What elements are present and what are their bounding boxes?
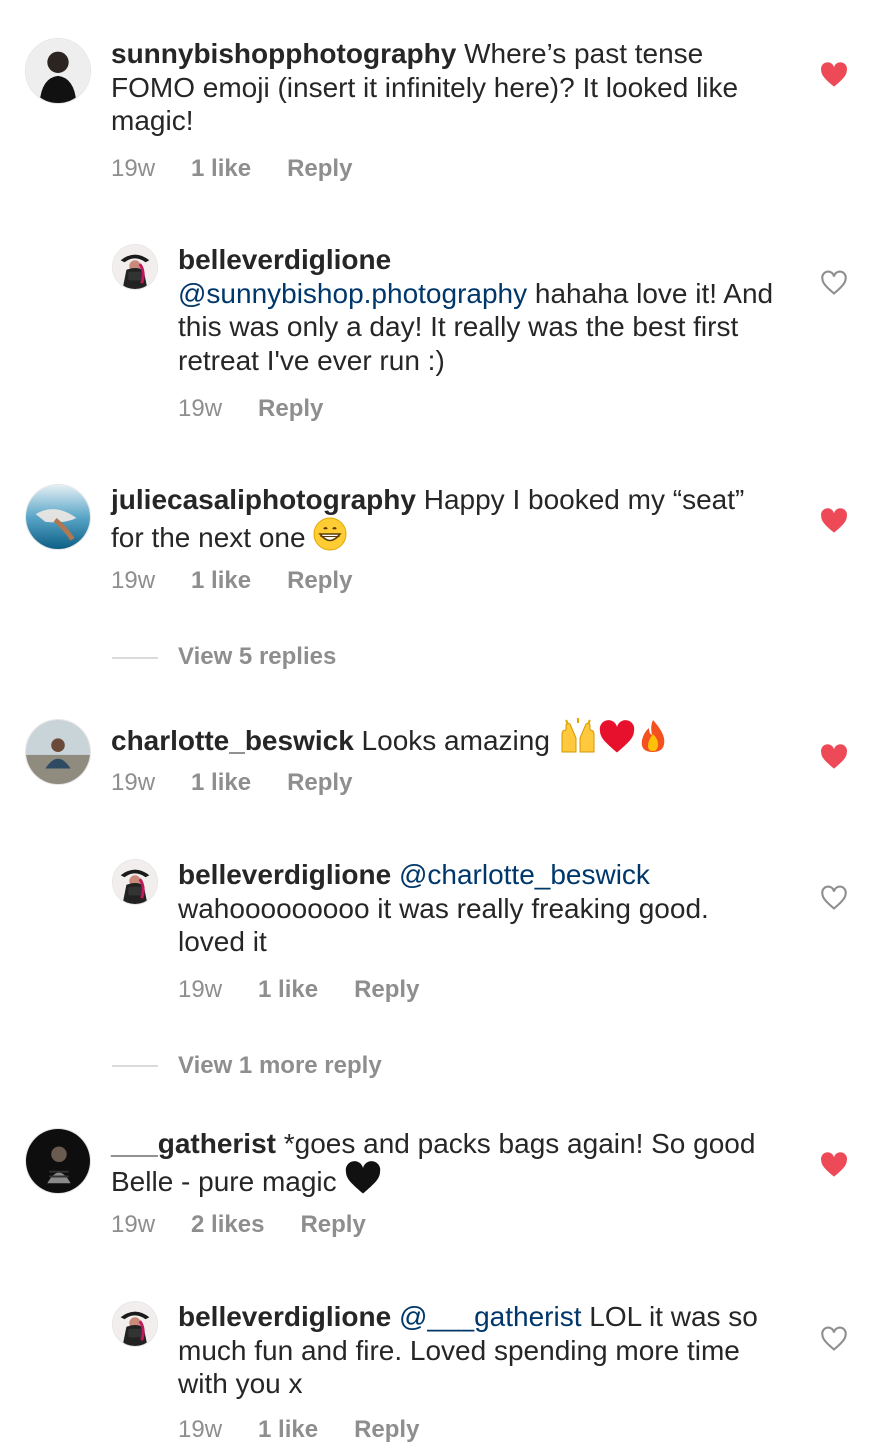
comment-username[interactable]: juliecasaliphotography (111, 484, 416, 515)
comment-text: belleverdiglione @___gatherist LOL it wa… (178, 1300, 778, 1401)
view-replies-button[interactable]: View 1 more reply (178, 1052, 382, 1080)
avatar[interactable] (25, 38, 91, 104)
heart-outline-icon[interactable] (820, 885, 848, 911)
avatar[interactable] (25, 1128, 91, 1194)
comment-likes[interactable]: 1 like (191, 155, 251, 183)
comment-likes[interactable]: 1 like (191, 769, 251, 797)
heart-outline-icon[interactable] (820, 1326, 848, 1352)
raising-hands-emoji-icon (561, 718, 595, 753)
comment-body: wahooooooooo it was really freaking good… (178, 892, 709, 958)
comment-time: 19w (111, 1211, 156, 1238)
avatar[interactable] (25, 484, 91, 550)
mention-link[interactable]: @___gatherist (399, 1301, 582, 1332)
comment-time: 19w (111, 155, 156, 182)
comment-meta: 19w 1 like Reply (111, 769, 352, 797)
mention-link[interactable]: @sunnybishop.photography (178, 278, 527, 309)
comment-text: ___gatherist *goes and packs bags again!… (111, 1127, 771, 1198)
comment-meta: 19w 1 like Reply (178, 976, 419, 1004)
reply-button[interactable]: Reply (287, 155, 352, 183)
heart-outline-icon[interactable] (820, 270, 848, 296)
heart-filled-icon[interactable] (820, 508, 848, 534)
reply-button[interactable]: Reply (354, 976, 419, 1004)
reply-button[interactable]: Reply (287, 567, 352, 595)
avatar[interactable] (25, 719, 91, 785)
comment-time: 19w (178, 395, 223, 422)
comment-time: 19w (178, 976, 223, 1003)
avatar[interactable] (112, 1301, 158, 1347)
reply-button[interactable]: Reply (287, 769, 352, 797)
avatar[interactable] (112, 244, 158, 290)
comment-username[interactable]: ___gatherist (111, 1128, 276, 1159)
avatar[interactable] (112, 859, 158, 905)
comment-meta: 19w 2 likes Reply (111, 1211, 366, 1239)
heart-filled-icon[interactable] (820, 1152, 848, 1178)
mention-link[interactable]: @charlotte_beswick (399, 859, 650, 890)
comment-time: 19w (111, 769, 156, 796)
black-heart-emoji-icon (346, 1160, 381, 1193)
comment-text: sunnybishopphotography Where’s past tens… (111, 37, 771, 138)
view-replies-divider (112, 1065, 158, 1067)
comment-likes[interactable]: 1 like (258, 976, 318, 1004)
comment-username[interactable]: belleverdiglione (178, 859, 391, 890)
comment-text: juliecasaliphotography Happy I booked my… (111, 483, 771, 554)
comment-username[interactable]: belleverdiglione (178, 1301, 391, 1332)
comment-meta: 19w 1 like Reply (111, 155, 352, 183)
comment-time: 19w (111, 567, 156, 594)
comment-username[interactable]: sunnybishopphotography (111, 38, 456, 69)
reply-button[interactable]: Reply (258, 395, 323, 423)
comment-text: belleverdiglione @charlotte_beswick waho… (178, 858, 778, 959)
comment-text: belleverdiglione @sunnybishop.photography… (178, 243, 778, 377)
comment-body: Looks amazing (353, 725, 558, 756)
view-replies-button[interactable]: View 5 replies (178, 643, 336, 671)
reply-button[interactable]: Reply (300, 1211, 365, 1239)
comment-meta: 19w Reply (178, 395, 323, 423)
heart-filled-icon[interactable] (820, 744, 848, 770)
heart-filled-icon[interactable] (820, 62, 848, 88)
fire-emoji-icon (641, 720, 664, 752)
comment-username[interactable]: belleverdiglione (178, 244, 391, 275)
comment-text: charlotte_beswick Looks amazing (111, 718, 771, 758)
comment-username[interactable]: charlotte_beswick (111, 725, 354, 756)
comment-likes[interactable]: 1 like (191, 567, 251, 595)
view-replies-divider (112, 657, 158, 659)
comment-likes[interactable]: 2 likes (191, 1211, 264, 1239)
comment-meta: 19w 1 like Reply (111, 567, 352, 595)
red-heart-emoji-icon (599, 720, 634, 753)
grinning-face-emoji-icon (313, 517, 347, 550)
